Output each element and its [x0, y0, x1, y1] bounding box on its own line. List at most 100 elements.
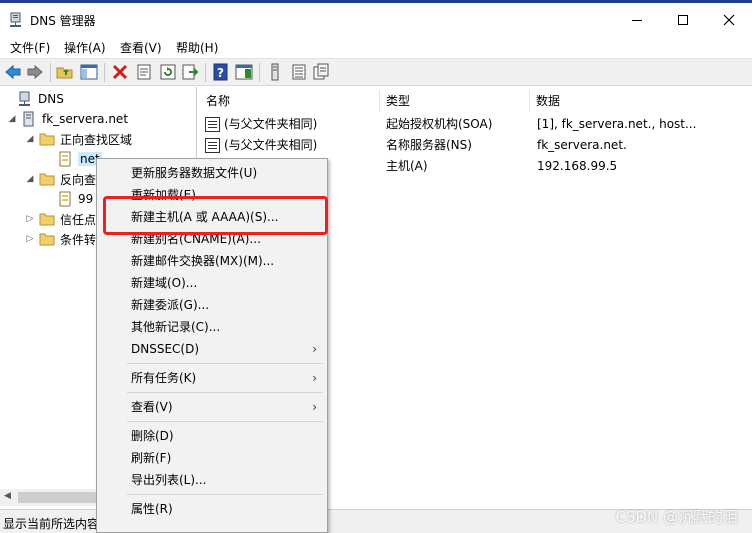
watermark: CSDN @沉默的泪 [615, 508, 738, 526]
toolbar-separator [259, 63, 260, 82]
record-type: 名称服务器(NS) [386, 138, 472, 152]
record-data: fk_servera.net. [537, 138, 627, 152]
tree-node-forward-zones[interactable]: ◢ 正向查找区域 [24, 129, 132, 149]
menu-item-other-new-records[interactable]: 其他新记录(C)... [97, 316, 327, 338]
server-icon[interactable] [266, 63, 284, 81]
dns-root-icon [19, 91, 30, 106]
menu-item-new-alias[interactable]: 新建别名(CNAME)(A)... [97, 228, 327, 250]
column-header-type[interactable]: 类型 [380, 90, 530, 112]
menu-item-all-tasks[interactable]: 所有任务(K) › [97, 367, 327, 389]
title-bar: DNS 管理器 [0, 3, 752, 36]
tree-label: 99 [78, 192, 94, 206]
record-name: (与父文件夹相同) [224, 138, 318, 152]
folder-icon [39, 133, 55, 146]
menu-item-reload[interactable]: 重新加载(E) [97, 184, 327, 206]
folder-icon [39, 233, 55, 246]
menu-item-refresh[interactable]: 刷新(F) [97, 447, 327, 469]
menu-item-new-delegation[interactable]: 新建委派(G)... [97, 294, 327, 316]
tree-label: DNS [38, 92, 64, 106]
menu-item-new-mail-exchanger[interactable]: 新建邮件交换器(MX)(M)... [97, 250, 327, 272]
tree-node-reverse-zone-99[interactable]: 99 [42, 189, 93, 209]
records-icon[interactable] [312, 63, 330, 81]
menu-file[interactable]: 文件(F) [10, 39, 50, 56]
toolbar-separator [50, 63, 51, 82]
tree-node-trust-points[interactable]: ▷ 信任点 [24, 209, 96, 229]
back-arrow-icon[interactable] [4, 63, 22, 81]
refresh-icon[interactable] [159, 63, 177, 81]
scrollbar-thumb[interactable] [18, 492, 98, 503]
close-button[interactable] [706, 3, 752, 36]
table-row[interactable]: (与父文件夹相同) 名称服务器(NS) fk_servera.net. [200, 135, 752, 156]
help-icon[interactable]: ? [212, 63, 230, 81]
expand-chevron-icon[interactable]: ▷ [24, 234, 36, 244]
server-icon [23, 111, 34, 127]
export-list-icon[interactable] [181, 63, 199, 81]
tree-node-dns[interactable]: DNS [2, 89, 64, 109]
forward-arrow-icon[interactable] [26, 63, 44, 81]
expand-chevron-icon[interactable]: ▷ [24, 214, 36, 224]
menu-separator [127, 421, 323, 422]
menu-view[interactable]: 查看(V) [120, 39, 162, 56]
submenu-arrow-icon: › [312, 371, 317, 385]
menu-separator [127, 392, 323, 393]
menu-item-label: DNSSEC(D) [131, 342, 200, 356]
show-console-tree-icon[interactable] [80, 63, 98, 81]
record-type: 主机(A) [386, 159, 428, 173]
menu-item-label: 所有任务(K) [131, 371, 197, 385]
collapse-chevron-icon[interactable]: ◢ [24, 174, 36, 184]
tree-label: 反向查 [60, 172, 97, 187]
menu-item-label: 查看(V) [131, 400, 173, 414]
column-header-data[interactable]: 数据 [530, 90, 752, 112]
tree-node-reverse-zones[interactable]: ◢ 反向查 [24, 169, 96, 189]
scroll-left-icon[interactable]: ◀ [4, 491, 11, 501]
tree-label: 信任点 [60, 212, 97, 227]
record-type: 起始授权机构(SOA) [386, 117, 493, 131]
minimize-icon [632, 19, 642, 21]
tree-label: 条件转 [60, 232, 97, 247]
table-row[interactable]: (与父文件夹相同) 起始授权机构(SOA) [1], fk_servera.ne… [200, 114, 752, 135]
close-icon [723, 14, 735, 25]
tree-node-zone-net[interactable]: net [42, 149, 102, 169]
folder-icon [39, 213, 55, 226]
menu-item-properties[interactable]: 属性(R) [97, 498, 327, 520]
menu-item-new-domain[interactable]: 新建域(O)... [97, 272, 327, 294]
toolbar-separator [205, 63, 206, 82]
up-folder-icon[interactable] [56, 63, 74, 81]
show-action-pane-icon[interactable] [235, 63, 253, 81]
delete-icon[interactable] [111, 63, 129, 81]
window-title: DNS 管理器 [30, 14, 96, 28]
maximize-button[interactable] [660, 3, 706, 36]
list-view-icon[interactable] [290, 63, 308, 81]
tree-label: fk_servera.net [42, 112, 129, 126]
menu-help[interactable]: 帮助(H) [176, 39, 218, 56]
menu-item-export-list[interactable]: 导出列表(L)... [97, 469, 327, 491]
minimize-button[interactable] [614, 3, 660, 36]
record-icon [205, 117, 220, 132]
menu-item-view[interactable]: 查看(V) › [97, 396, 327, 418]
folder-icon [39, 173, 55, 186]
submenu-arrow-icon: › [312, 400, 317, 414]
record-name: (与父文件夹相同) [224, 117, 318, 131]
menu-separator [127, 494, 323, 495]
collapse-chevron-icon[interactable]: ◢ [24, 134, 36, 144]
menu-item-dnssec[interactable]: DNSSEC(D) › [97, 338, 327, 360]
zone-file-icon [59, 151, 71, 167]
zone-file-icon [59, 191, 71, 207]
tree-node-server[interactable]: ◢ fk_servera.net [6, 109, 128, 129]
record-data: 192.168.99.5 [537, 159, 618, 173]
menu-item-update-server-data[interactable]: 更新服务器数据文件(U) [97, 162, 327, 184]
maximize-icon [678, 14, 688, 25]
menu-bar: 文件(F) 操作(A) 查看(V) 帮助(H) [0, 36, 752, 58]
menu-item-new-host[interactable]: 新建主机(A 或 AAAA)(S)... [97, 206, 327, 228]
column-header-name[interactable]: 名称 [200, 90, 380, 112]
properties-icon[interactable] [135, 63, 153, 81]
menu-action[interactable]: 操作(A) [64, 39, 106, 56]
collapse-chevron-icon[interactable]: ◢ [6, 114, 18, 124]
record-data: [1], fk_servera.net., host... [537, 117, 697, 131]
tree-node-conditional-forwarders[interactable]: ▷ 条件转 [24, 229, 96, 249]
toolbar: ? [0, 58, 752, 86]
toolbar-separator [104, 63, 105, 82]
menu-item-delete[interactable]: 删除(D) [97, 425, 327, 447]
submenu-arrow-icon: › [312, 342, 317, 356]
dns-manager-icon [10, 12, 21, 27]
